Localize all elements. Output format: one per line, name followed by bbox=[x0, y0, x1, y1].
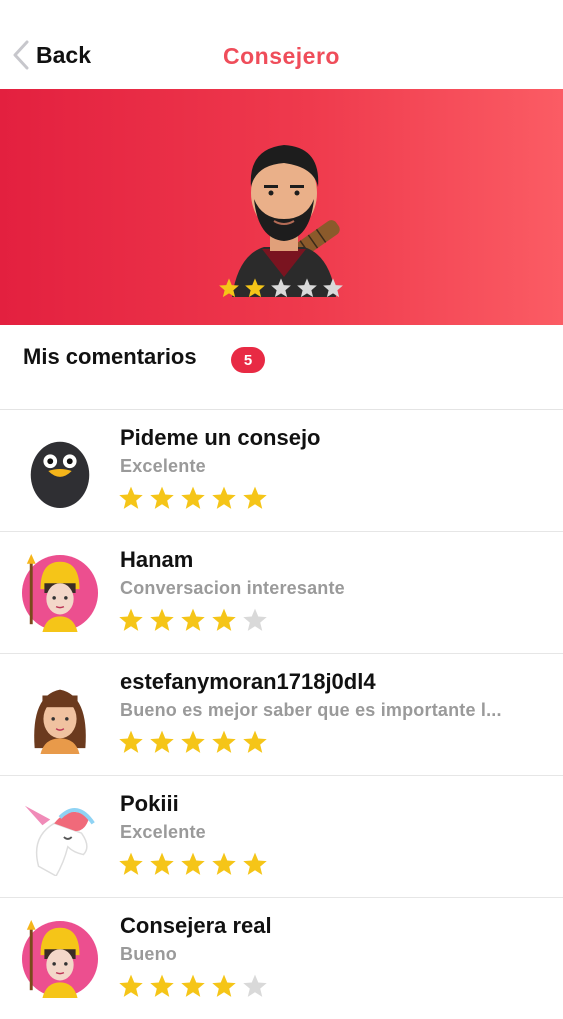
advisor-avatar bbox=[232, 145, 340, 297]
star-filled-icon bbox=[212, 608, 236, 631]
warrior-girl-avatar bbox=[21, 920, 99, 998]
star-filled-icon bbox=[119, 608, 143, 631]
comment-rating bbox=[118, 973, 268, 999]
star-empty-icon bbox=[243, 974, 267, 997]
star-filled-icon bbox=[243, 852, 267, 875]
comment-item[interactable]: Consejera real Bueno bbox=[0, 898, 563, 1019]
penguin-avatar bbox=[30, 441, 90, 509]
comment-author: Pideme un consejo bbox=[120, 425, 321, 450]
star-filled-icon bbox=[243, 730, 267, 753]
comment-text: Excelente bbox=[120, 456, 206, 476]
comment-text: Excelente bbox=[120, 822, 206, 842]
star-filled-icon bbox=[212, 974, 236, 997]
star-filled-icon bbox=[119, 974, 143, 997]
star-filled-icon bbox=[212, 852, 236, 875]
star-filled-icon bbox=[150, 852, 174, 875]
star-empty-icon bbox=[271, 278, 291, 298]
advisor-header bbox=[0, 89, 563, 325]
star-filled-icon bbox=[150, 486, 174, 509]
comment-item[interactable]: Pokiii Excelente bbox=[0, 776, 563, 898]
comment-author: Hanam bbox=[120, 547, 194, 572]
comments-header: Mis comentarios 5 bbox=[0, 325, 563, 410]
comment-author: Pokiii bbox=[120, 791, 179, 816]
comment-text: Conversacion interesante bbox=[120, 578, 345, 598]
page-title: Consejero bbox=[223, 43, 340, 69]
comment-rating bbox=[118, 485, 268, 511]
comment-item[interactable]: Hanam Conversacion interesante bbox=[0, 532, 563, 654]
warrior-girl-avatar bbox=[21, 554, 99, 632]
comments-list: Pideme un consejo Excelente Hanam Conversac… bbox=[0, 410, 563, 1019]
star-filled-icon bbox=[119, 730, 143, 753]
star-filled-icon bbox=[245, 278, 265, 298]
star-filled-icon bbox=[243, 486, 267, 509]
star-filled-icon bbox=[219, 278, 239, 298]
star-filled-icon bbox=[181, 974, 205, 997]
unicorn-avatar bbox=[24, 805, 95, 876]
comment-rating bbox=[118, 729, 268, 755]
star-filled-icon bbox=[150, 608, 174, 631]
star-filled-icon bbox=[150, 730, 174, 753]
star-empty-icon bbox=[297, 278, 317, 298]
star-filled-icon bbox=[119, 852, 143, 875]
comment-author: Consejera real bbox=[120, 913, 272, 938]
navigation-bar: Back Consejero bbox=[0, 0, 563, 88]
comment-author: estefanymoran1718j0dl4 bbox=[120, 669, 376, 694]
comment-rating bbox=[118, 851, 268, 877]
star-filled-icon bbox=[150, 974, 174, 997]
comments-title: Mis comentarios bbox=[23, 344, 197, 369]
star-empty-icon bbox=[323, 278, 343, 298]
star-filled-icon bbox=[181, 608, 205, 631]
star-filled-icon bbox=[212, 730, 236, 753]
comment-item[interactable]: estefanymoran1718j0dl4 Bueno es mejor sab… bbox=[0, 654, 563, 776]
star-filled-icon bbox=[181, 852, 205, 875]
star-filled-icon bbox=[119, 486, 143, 509]
star-filled-icon bbox=[212, 486, 236, 509]
star-empty-icon bbox=[243, 608, 267, 631]
comment-text: Bueno es mejor saber que es importante l… bbox=[120, 700, 502, 720]
star-filled-icon bbox=[181, 486, 205, 509]
girl-avatar bbox=[34, 689, 86, 754]
comments-count-badge: 5 bbox=[231, 347, 265, 373]
comment-text: Bueno bbox=[120, 944, 177, 964]
star-filled-icon bbox=[181, 730, 205, 753]
comment-item[interactable]: Pideme un consejo Excelente bbox=[0, 410, 563, 532]
comment-rating bbox=[118, 607, 268, 633]
advisor-rating bbox=[218, 277, 344, 299]
